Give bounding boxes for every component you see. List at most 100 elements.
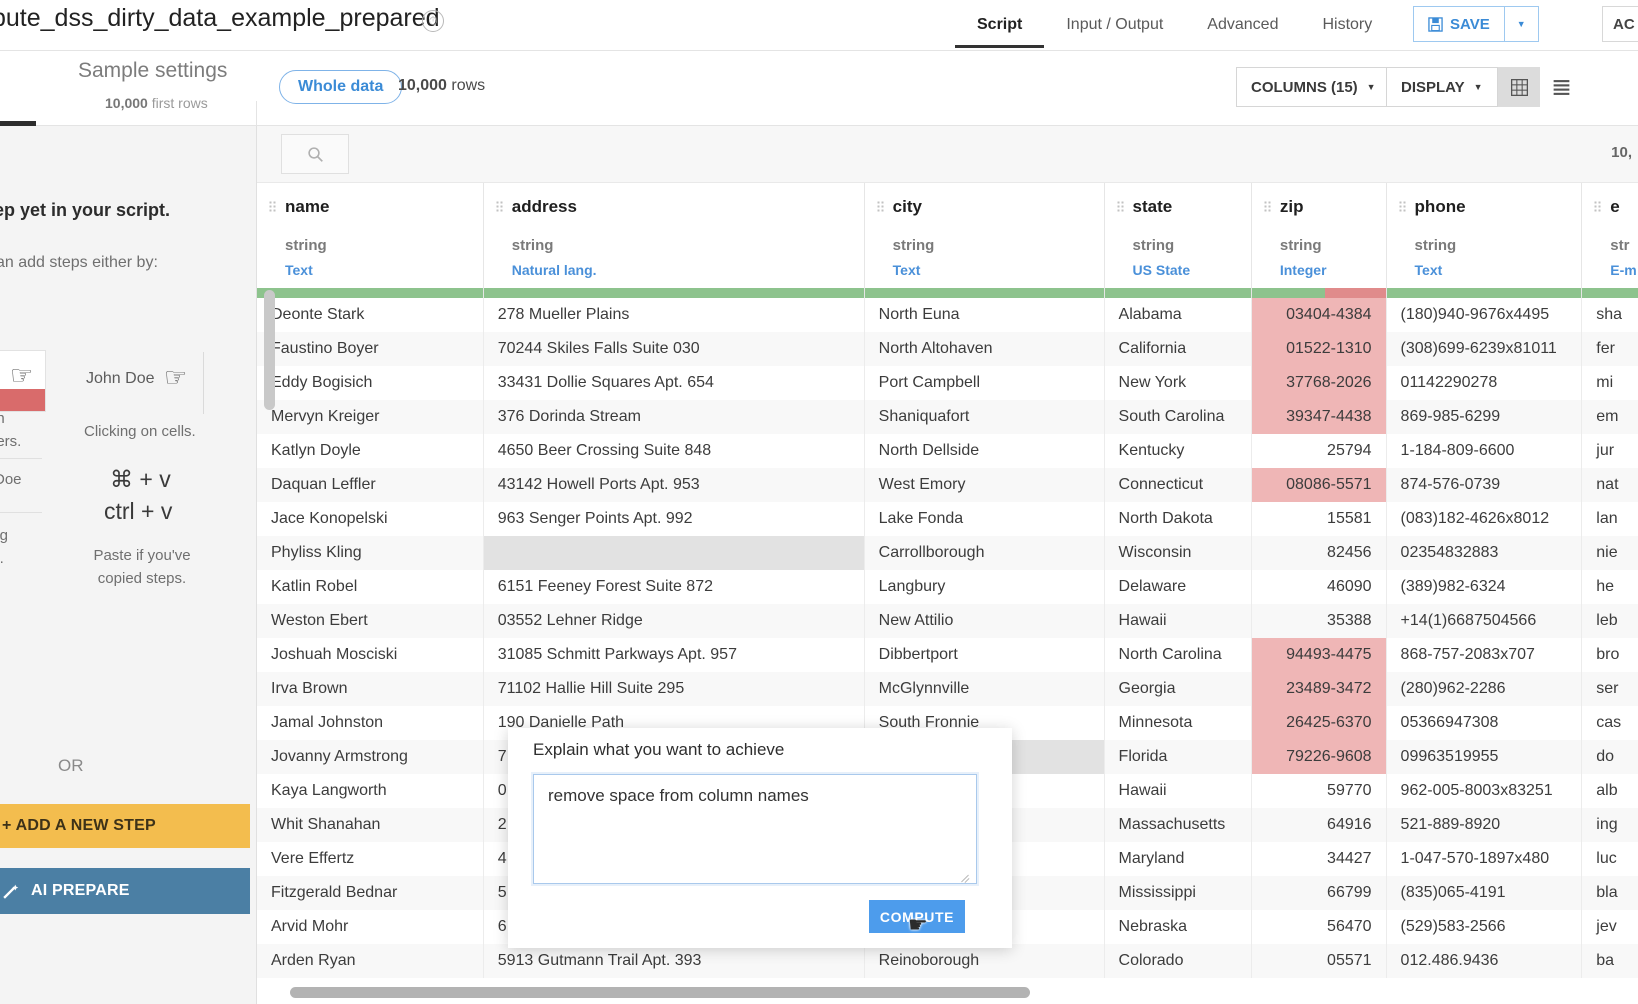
cell-zip[interactable]: 39347-4438	[1251, 400, 1387, 434]
cell-address[interactable]: 4650 Beer Crossing Suite 848	[483, 434, 865, 468]
table-row[interactable]: Katlin Robel 6151 Feeney Forest Suite 872…	[257, 570, 1638, 604]
column-header-phone[interactable]: phone string Text	[1386, 183, 1583, 298]
tab-history[interactable]: History	[1300, 0, 1394, 50]
cell-name[interactable]: Arvid Mohr	[257, 910, 484, 944]
cell-phone[interactable]: 868-757-2083x707	[1386, 638, 1583, 672]
cell-name[interactable]: Katlin Robel	[257, 570, 484, 604]
cell-phone[interactable]: +14(1)6687504566	[1386, 604, 1583, 638]
whole-data-toggle[interactable]: Whole data	[279, 70, 403, 104]
cell-city[interactable]: West Emory	[864, 468, 1105, 502]
cell-city[interactable]: North Altohaven	[864, 332, 1105, 366]
cell-address[interactable]	[483, 536, 865, 570]
cell-zip[interactable]: 26425-6370	[1251, 706, 1387, 740]
table-row[interactable]: Mervyn Kreiger 376 Dorinda Stream Shaniqua…	[257, 400, 1638, 434]
cell-name[interactable]: Irva Brown	[257, 672, 484, 706]
cell-zip[interactable]: 34427	[1251, 842, 1387, 876]
save-button[interactable]: SAVE	[1414, 7, 1504, 41]
cell-state[interactable]: Nebraska	[1104, 910, 1252, 944]
cell-city[interactable]: Shaniquafort	[864, 400, 1105, 434]
grid-view-button[interactable]	[1498, 67, 1540, 107]
cell-zip[interactable]: 35388	[1251, 604, 1387, 638]
modal-prompt-input[interactable]	[533, 774, 977, 884]
drag-grip-icon[interactable]	[1594, 201, 1602, 213]
cell-e[interactable]: alb	[1581, 774, 1638, 808]
cell-e[interactable]: bro	[1581, 638, 1638, 672]
cell-name[interactable]: Fitzgerald Bednar	[257, 876, 484, 910]
cell-address[interactable]: 33431 Dollie Squares Apt. 654	[483, 366, 865, 400]
cell-e[interactable]: jur	[1581, 434, 1638, 468]
column-meaning[interactable]: Text	[879, 262, 1104, 278]
column-header-city[interactable]: city string Text	[864, 183, 1105, 298]
table-row[interactable]: Joshuah Mosciski 31085 Schmitt Parkways A…	[257, 638, 1638, 672]
cell-city[interactable]: Port Campbell	[864, 366, 1105, 400]
cell-zip[interactable]: 59770	[1251, 774, 1387, 808]
cell-phone[interactable]: (529)583-2566	[1386, 910, 1583, 944]
table-row[interactable]: Katlyn Doyle 4650 Beer Crossing Suite 848…	[257, 434, 1638, 468]
cell-zip[interactable]: 82456	[1251, 536, 1387, 570]
cell-state[interactable]: South Carolina	[1104, 400, 1252, 434]
save-dropdown-button[interactable]: ▼	[1503, 7, 1538, 41]
cell-e[interactable]: cas	[1581, 706, 1638, 740]
tab-advanced[interactable]: Advanced	[1185, 0, 1300, 50]
cell-name[interactable]: Daquan Leffler	[257, 468, 484, 502]
cell-state[interactable]: Georgia	[1104, 672, 1252, 706]
drag-grip-icon[interactable]	[876, 201, 884, 213]
table-row[interactable]: Faustino Boyer 70244 Skiles Falls Suite 0…	[257, 332, 1638, 366]
tab-script[interactable]: Script	[955, 0, 1045, 50]
column-meaning[interactable]: US State	[1119, 262, 1251, 278]
table-row[interactable]: Daquan Leffler 43142 Howell Ports Apt. 95…	[257, 468, 1638, 502]
column-header-zip[interactable]: zip string Integer	[1251, 183, 1387, 298]
drag-grip-icon[interactable]	[269, 201, 276, 213]
cell-address[interactable]: 03552 Lehner Ridge	[483, 604, 865, 638]
drag-grip-icon[interactable]	[1116, 201, 1124, 213]
cell-state[interactable]: Connecticut	[1104, 468, 1252, 502]
cell-name[interactable]: Phyliss Kling	[257, 536, 484, 570]
cell-zip[interactable]: 08086-5571	[1251, 468, 1387, 502]
cell-name[interactable]: Kaya Langworth	[257, 774, 484, 808]
cell-city[interactable]: North Dellside	[864, 434, 1105, 468]
tab-input-output[interactable]: Input / Output	[1044, 0, 1185, 50]
column-meaning[interactable]: E-m	[1596, 262, 1638, 278]
cell-phone[interactable]: 01142290278	[1386, 366, 1583, 400]
cell-name[interactable]: Katlyn Doyle	[257, 434, 484, 468]
vertical-scrollbar[interactable]	[264, 290, 275, 410]
cell-city[interactable]: Lake Fonda	[864, 502, 1105, 536]
cell-address[interactable]: 6151 Feeney Forest Suite 872	[483, 570, 865, 604]
cell-e[interactable]: luc	[1581, 842, 1638, 876]
cell-zip[interactable]: 64916	[1251, 808, 1387, 842]
cell-e[interactable]: leb	[1581, 604, 1638, 638]
cell-zip[interactable]: 56470	[1251, 910, 1387, 944]
cell-name[interactable]: Jace Konopelski	[257, 502, 484, 536]
cell-name[interactable]: Joshuah Mosciski	[257, 638, 484, 672]
drag-grip-icon[interactable]	[1263, 201, 1271, 213]
cell-state[interactable]: North Carolina	[1104, 638, 1252, 672]
cell-e[interactable]: mi	[1581, 366, 1638, 400]
cell-zip[interactable]: 79226-9608	[1251, 740, 1387, 774]
cell-name[interactable]: Deonte Stark	[257, 298, 484, 332]
cell-city[interactable]: North Euna	[864, 298, 1105, 332]
cell-phone[interactable]: 05366947308	[1386, 706, 1583, 740]
table-row[interactable]: Phyliss Kling Carrollborough Wisconsin 8245…	[257, 536, 1638, 570]
column-meaning[interactable]: Integer	[1266, 262, 1386, 278]
cell-name[interactable]: Faustino Boyer	[257, 332, 484, 366]
table-row[interactable]: Jace Konopelski 963 Senger Points Apt. 99…	[257, 502, 1638, 536]
ai-prepare-button[interactable]: AI PREPARE	[0, 868, 250, 914]
cell-phone[interactable]: 962-005-8003x83251	[1386, 774, 1583, 808]
cell-state[interactable]: Minnesota	[1104, 706, 1252, 740]
cell-e[interactable]: em	[1581, 400, 1638, 434]
table-row[interactable]: Irva Brown 71102 Hallie Hill Suite 295 McG…	[257, 672, 1638, 706]
cell-e[interactable]: nat	[1581, 468, 1638, 502]
cell-state[interactable]: California	[1104, 332, 1252, 366]
cell-e[interactable]: nie	[1581, 536, 1638, 570]
cell-name[interactable]: Whit Shanahan	[257, 808, 484, 842]
cell-name[interactable]: Jamal Johnston	[257, 706, 484, 740]
cell-address[interactable]: 376 Dorinda Stream	[483, 400, 865, 434]
cell-state[interactable]: Mississippi	[1104, 876, 1252, 910]
column-header-name[interactable]: name string Text	[257, 183, 484, 298]
column-meaning[interactable]: Text	[1401, 262, 1582, 278]
cell-name[interactable]: Arden Ryan	[257, 944, 484, 978]
cell-e[interactable]: bla	[1581, 876, 1638, 910]
column-meaning[interactable]: Text	[271, 262, 483, 278]
column-meaning[interactable]: Natural lang.	[498, 262, 864, 278]
table-row[interactable]: Deonte Stark 278 Mueller Plains North Euna…	[257, 298, 1638, 332]
